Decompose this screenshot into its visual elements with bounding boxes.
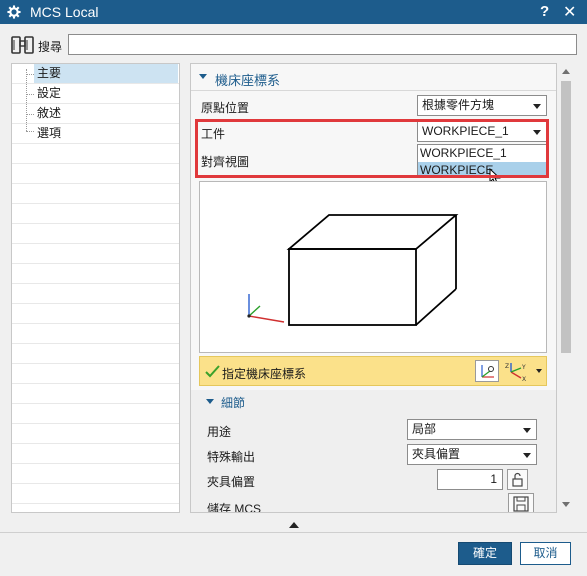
tree-empty-row — [12, 324, 179, 344]
ok-button[interactable]: 確定 — [458, 542, 512, 565]
csys-dialog-button[interactable] — [475, 360, 499, 382]
checkmark-icon — [205, 365, 220, 378]
tree-empty-row — [12, 184, 179, 204]
search-bar: 搜尋 — [0, 28, 587, 60]
csys-type-button[interactable]: Z Y X — [503, 360, 529, 383]
tree-empty-row — [12, 204, 179, 224]
chevron-down-icon[interactable] — [536, 369, 542, 373]
collapse-up-icon[interactable] — [289, 522, 299, 528]
window-title: MCS Local — [30, 4, 99, 20]
tree-empty-row — [12, 144, 179, 164]
tree-item-options[interactable]: 選項 — [34, 124, 61, 143]
tree-item-description[interactable]: 敘述 — [34, 104, 61, 123]
chevron-down-icon — [533, 104, 541, 109]
title-bar: MCS Local ? ✕ — [0, 0, 587, 24]
scroll-up-icon[interactable] — [562, 69, 570, 74]
cancel-button[interactable]: 取消 — [520, 542, 571, 565]
close-button[interactable]: ✕ — [563, 2, 576, 22]
lock-icon — [512, 472, 523, 487]
chevron-down-icon — [523, 428, 531, 433]
workpiece-box-preview — [247, 214, 459, 326]
tree-empty-row — [12, 224, 179, 244]
origin-select[interactable]: 根據零件方塊 — [417, 95, 547, 116]
special-output-select[interactable]: 夾具偏置 — [407, 444, 537, 465]
fixture-offset-label: 夾具偏置 — [207, 475, 256, 489]
svg-text:Z: Z — [505, 363, 509, 370]
collapse-triangle-icon — [199, 74, 207, 79]
scroll-down-icon[interactable] — [562, 502, 570, 507]
origin-value: 根據零件方塊 — [422, 98, 495, 112]
section-title: 機床座標系 — [215, 73, 281, 88]
section-header[interactable]: 機床座標系 — [191, 64, 556, 90]
csys-dialog-icon — [481, 365, 494, 378]
details-section: 細節 用途 局部 特殊輸出 夾具偏置 夾具偏置 1 儲存 MCS — [191, 390, 556, 513]
special-output-label: 特殊輸出 — [207, 450, 256, 464]
save-mcs-label: 儲存 MCS — [207, 502, 262, 513]
tree-empty-row — [12, 164, 179, 184]
origin-label: 原點位置 — [201, 101, 250, 115]
fixture-offset-input[interactable]: 1 — [437, 469, 503, 490]
tree-item-settings[interactable]: 設定 — [34, 84, 61, 103]
tree-empty-row — [12, 364, 179, 384]
csys-axes-icon: Z Y X — [505, 363, 526, 383]
collapse-triangle-icon[interactable] — [206, 399, 214, 404]
purpose-value: 局部 — [412, 422, 437, 436]
divider — [191, 90, 556, 91]
svg-text:Y: Y — [521, 364, 526, 371]
details-title: 細節 — [221, 396, 246, 410]
tree-empty-row — [12, 384, 179, 404]
tree-item-main[interactable]: 主要 — [34, 64, 178, 83]
special-output-value: 夾具偏置 — [412, 447, 461, 461]
lock-button[interactable] — [507, 469, 528, 490]
scroll-thumb[interactable] — [561, 81, 571, 353]
tree-empty-row — [12, 344, 179, 364]
binoculars-icon — [11, 36, 34, 54]
tree-empty-row — [12, 264, 179, 284]
divider — [0, 532, 587, 533]
specify-mcs-label: 指定機床座標系 — [222, 367, 307, 381]
tree-empty-row — [12, 464, 179, 484]
tree-empty-row — [12, 484, 179, 504]
purpose-select[interactable]: 局部 — [407, 419, 537, 440]
svg-text:X: X — [522, 376, 526, 382]
chevron-down-icon — [523, 453, 531, 458]
tree-empty-row — [12, 284, 179, 304]
preview-viewport[interactable] — [199, 181, 547, 353]
purpose-label: 用途 — [207, 425, 232, 439]
navigation-tree: 主要 設定 敘述 選項 — [11, 63, 180, 513]
gear-icon[interactable] — [7, 5, 21, 19]
tree-empty-row — [12, 304, 179, 324]
highlight-annotation — [195, 119, 549, 178]
search-input[interactable] — [68, 34, 577, 55]
tree-empty-row — [12, 244, 179, 264]
save-mcs-button[interactable] — [508, 493, 534, 512]
tree-empty-row — [12, 424, 179, 444]
tree-empty-row — [12, 444, 179, 464]
tree-empty-row — [12, 404, 179, 424]
specify-mcs-row[interactable]: 指定機床座標系 Z Y X — [199, 356, 547, 386]
save-icon — [513, 496, 529, 512]
panel-scrollbar[interactable] — [557, 63, 575, 513]
help-button[interactable]: ? — [540, 3, 549, 20]
search-label: 搜尋 — [38, 40, 63, 54]
